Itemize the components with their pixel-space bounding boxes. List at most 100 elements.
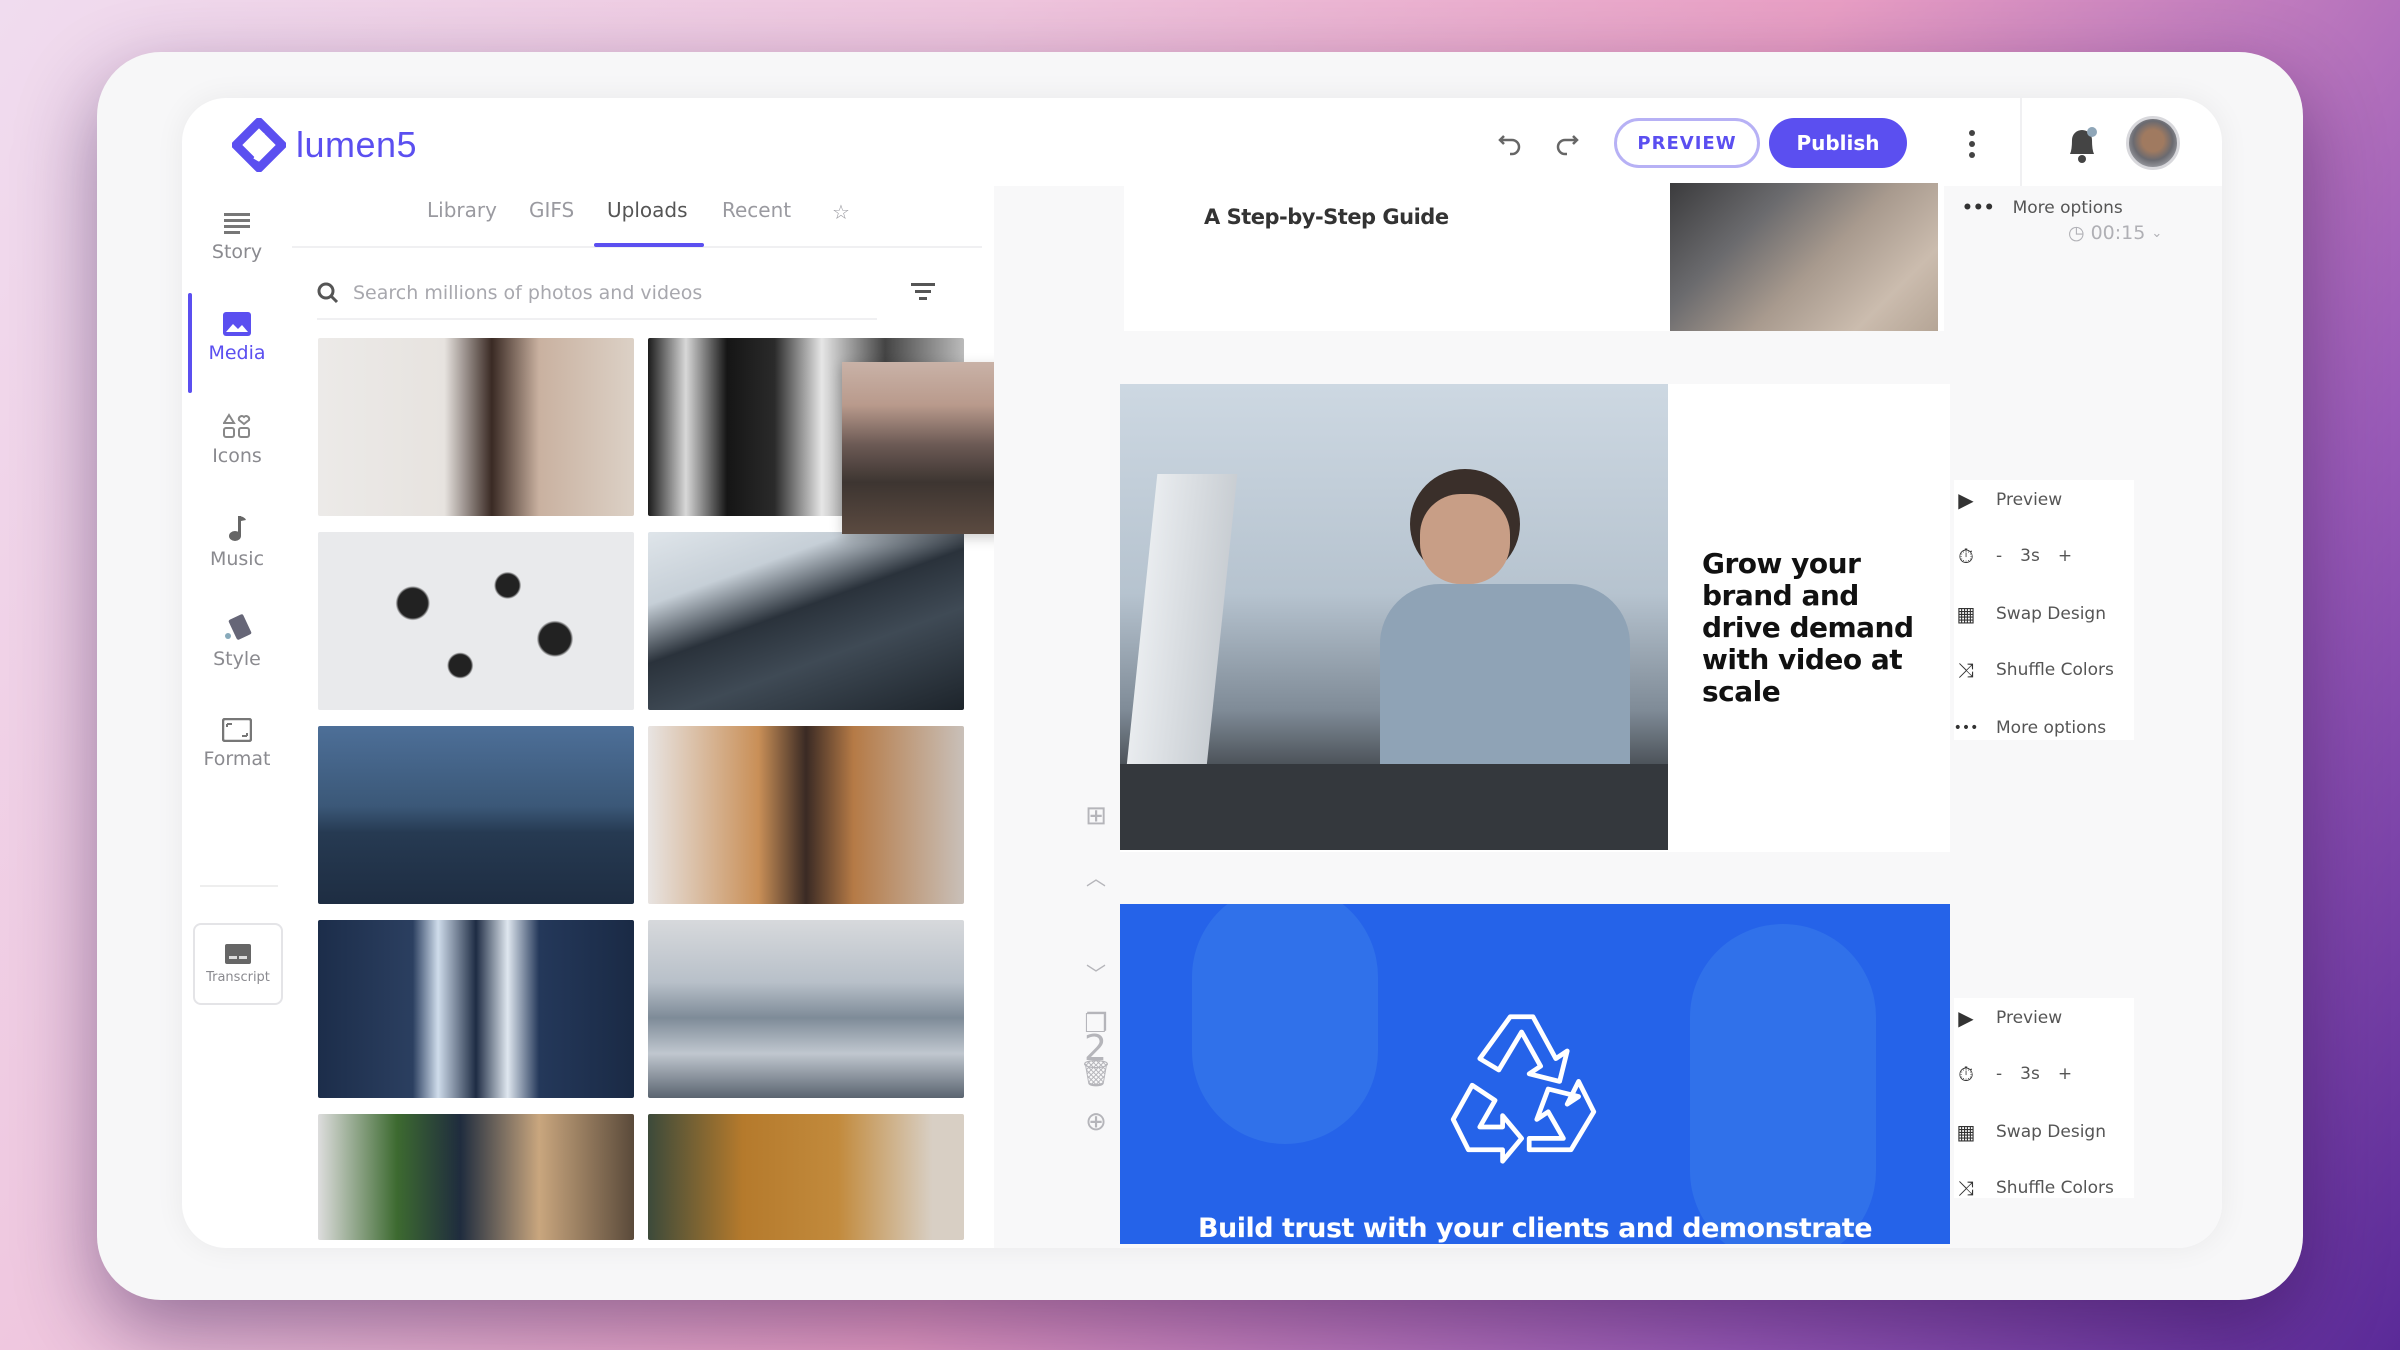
lumen5-editor: lumen5 PREVIEW Publish Story Media Icons… <box>182 98 2222 1248</box>
media-thumbnail[interactable] <box>318 338 634 516</box>
rail-item-story[interactable]: Story <box>190 193 284 283</box>
rail-label: Music <box>209 548 265 570</box>
add-scene-icon[interactable]: ⊕ <box>1078 1104 1114 1140</box>
duplicate-icon[interactable]: ❐ <box>1078 1006 1114 1042</box>
swap-design-button[interactable]: ▦ Swap Design <box>1954 1112 2134 1152</box>
scene-preview-button[interactable]: ▶ Preview <box>1954 480 2134 520</box>
tab-recent[interactable]: Recent <box>722 198 791 222</box>
shuffle-colors-button[interactable]: ⤨ Shuffle Colors <box>1954 1168 2134 1208</box>
active-tab-indicator <box>594 243 704 247</box>
shuffle-colors-button[interactable]: ⤨ Shuffle Colors <box>1954 650 2134 690</box>
scene-card[interactable]: Grow your brand and drive demand with vi… <box>1120 384 1950 852</box>
rail-item-media[interactable]: Media <box>188 293 284 393</box>
swap-design-button[interactable]: ▦ Swap Design <box>1954 594 2134 634</box>
story-lines-icon <box>224 213 250 234</box>
style-icon <box>225 614 252 640</box>
search-icon <box>317 282 339 304</box>
chevron-down-icon[interactable]: ﹀ <box>1078 954 1114 990</box>
duration-value: 3s <box>2020 1064 2040 1084</box>
redo-button[interactable] <box>1547 124 1587 164</box>
bell-icon[interactable] <box>2062 122 2102 166</box>
scene-title[interactable]: A Step-by-Step Guide <box>1204 205 1449 229</box>
publish-button[interactable]: Publish <box>1769 118 1907 168</box>
decorative-shape <box>1690 924 1876 1244</box>
scene-preview-button[interactable]: ▶ Preview <box>1954 998 2134 1038</box>
rail-label: Media <box>208 342 266 364</box>
scene-text[interactable]: Build trust with your clients and demons… <box>1120 1213 1950 1244</box>
filter-icon[interactable] <box>909 280 937 306</box>
media-tabs: Library GIFS Uploads Recent ☆ <box>292 188 982 248</box>
more-options-button[interactable]: ••• More options <box>1954 708 2134 748</box>
scene-card[interactable]: A Step-by-Step Guide <box>1124 183 1944 331</box>
undo-icon <box>1498 135 1521 156</box>
preview-label: Preview <box>1996 490 2063 510</box>
more-dots-icon: ••• <box>1953 720 1979 736</box>
undo-button[interactable] <box>1490 124 1530 164</box>
scene-text[interactable]: Grow your brand and drive demand with vi… <box>1702 548 1932 708</box>
media-thumbnail[interactable] <box>318 1114 634 1240</box>
logo[interactable]: lumen5 <box>232 118 417 172</box>
media-thumbnail[interactable] <box>318 920 634 1098</box>
user-avatar[interactable] <box>2126 116 2180 170</box>
preview-button[interactable]: PREVIEW <box>1614 118 1760 168</box>
more-options-label: More options <box>2012 198 2123 218</box>
more-options-label: More options <box>1996 718 2107 738</box>
search-bar <box>317 268 877 320</box>
play-icon: ▶ <box>1958 1006 1974 1030</box>
preview-label: Preview <box>1996 1008 2063 1028</box>
media-thumbnail[interactable] <box>318 726 634 904</box>
kebab-menu-icon[interactable] <box>1962 126 1982 162</box>
chevron-down-icon: ⌄ <box>2151 225 2163 241</box>
more-dots-icon: ••• <box>1962 198 1995 218</box>
scene-duration-dropdown[interactable]: ◷ 00:15 ⌄ <box>2068 222 2162 244</box>
transcript-button[interactable]: Transcript <box>193 923 283 1005</box>
scene-card[interactable]: Build trust with your clients and demons… <box>1120 904 1950 1244</box>
rail-label: Story <box>211 241 263 263</box>
media-thumbnail[interactable] <box>318 532 634 710</box>
decorative-shape <box>1192 904 1378 1144</box>
rail-item-style[interactable]: Style <box>190 597 284 687</box>
rail-label: Style <box>213 648 261 670</box>
grid-icon: ▦ <box>1956 602 1976 626</box>
search-input[interactable] <box>353 282 853 304</box>
redo-icon <box>1556 135 1579 156</box>
rail-item-icons[interactable]: Icons <box>190 395 284 485</box>
media-thumbnail[interactable] <box>648 726 964 904</box>
image-icon <box>223 312 251 336</box>
duration-value: 00:15 <box>2090 222 2146 244</box>
scene-options-panel: ▶ Preview ⏱ - 3s + ▦ Swap Design ⤨ Shuff… <box>1954 480 2134 740</box>
rail-item-music[interactable]: Music <box>190 497 284 587</box>
transcript-icon <box>225 943 251 964</box>
chevron-up-icon[interactable]: ︿ <box>1078 858 1114 894</box>
tab-library[interactable]: Library <box>427 198 497 222</box>
rail-label: Icons <box>212 445 262 467</box>
rail-divider <box>200 885 278 887</box>
decrement-button[interactable]: - <box>1996 1064 2002 1084</box>
add-layout-icon[interactable]: ⊞ <box>1078 798 1114 834</box>
music-note-icon <box>229 516 246 541</box>
decrement-button[interactable]: - <box>1996 546 2002 566</box>
scene-options-panel: ▶ Preview ⏱ - 3s + ▦ Swap Design ⤨ Shuff… <box>1954 998 2134 1200</box>
media-panel: Library GIFS Uploads Recent ☆ <box>292 188 992 1248</box>
scene-top-more-options[interactable]: ••• More options <box>1962 198 2123 218</box>
trash-icon[interactable]: 🗑 <box>1078 1056 1114 1092</box>
increment-button[interactable]: + <box>2058 546 2072 566</box>
scene-image[interactable] <box>1120 384 1668 850</box>
shuffle-colors-label: Shuffle Colors <box>1996 660 2114 680</box>
rail-label: Format <box>203 748 271 770</box>
media-thumbnail[interactable] <box>648 532 964 710</box>
left-rail: Story Media Icons Music Style Format Tra… <box>182 193 290 1248</box>
rail-item-format[interactable]: Format <box>190 699 284 789</box>
media-thumbnail[interactable] <box>648 920 964 1098</box>
grid-icon: ▦ <box>1956 1120 1976 1144</box>
transcript-label: Transcript <box>206 969 270 985</box>
clock-icon: ◷ <box>2068 222 2085 244</box>
scene-image[interactable] <box>1670 183 1938 331</box>
media-thumbnail[interactable] <box>648 1114 964 1240</box>
tab-gifs[interactable]: GIFS <box>529 198 574 222</box>
shuffle-colors-label: Shuffle Colors <box>1996 1178 2114 1198</box>
increment-button[interactable]: + <box>2058 1064 2072 1084</box>
format-icon <box>222 718 252 742</box>
tab-uploads[interactable]: Uploads <box>607 198 688 222</box>
star-icon[interactable]: ☆ <box>832 200 850 224</box>
